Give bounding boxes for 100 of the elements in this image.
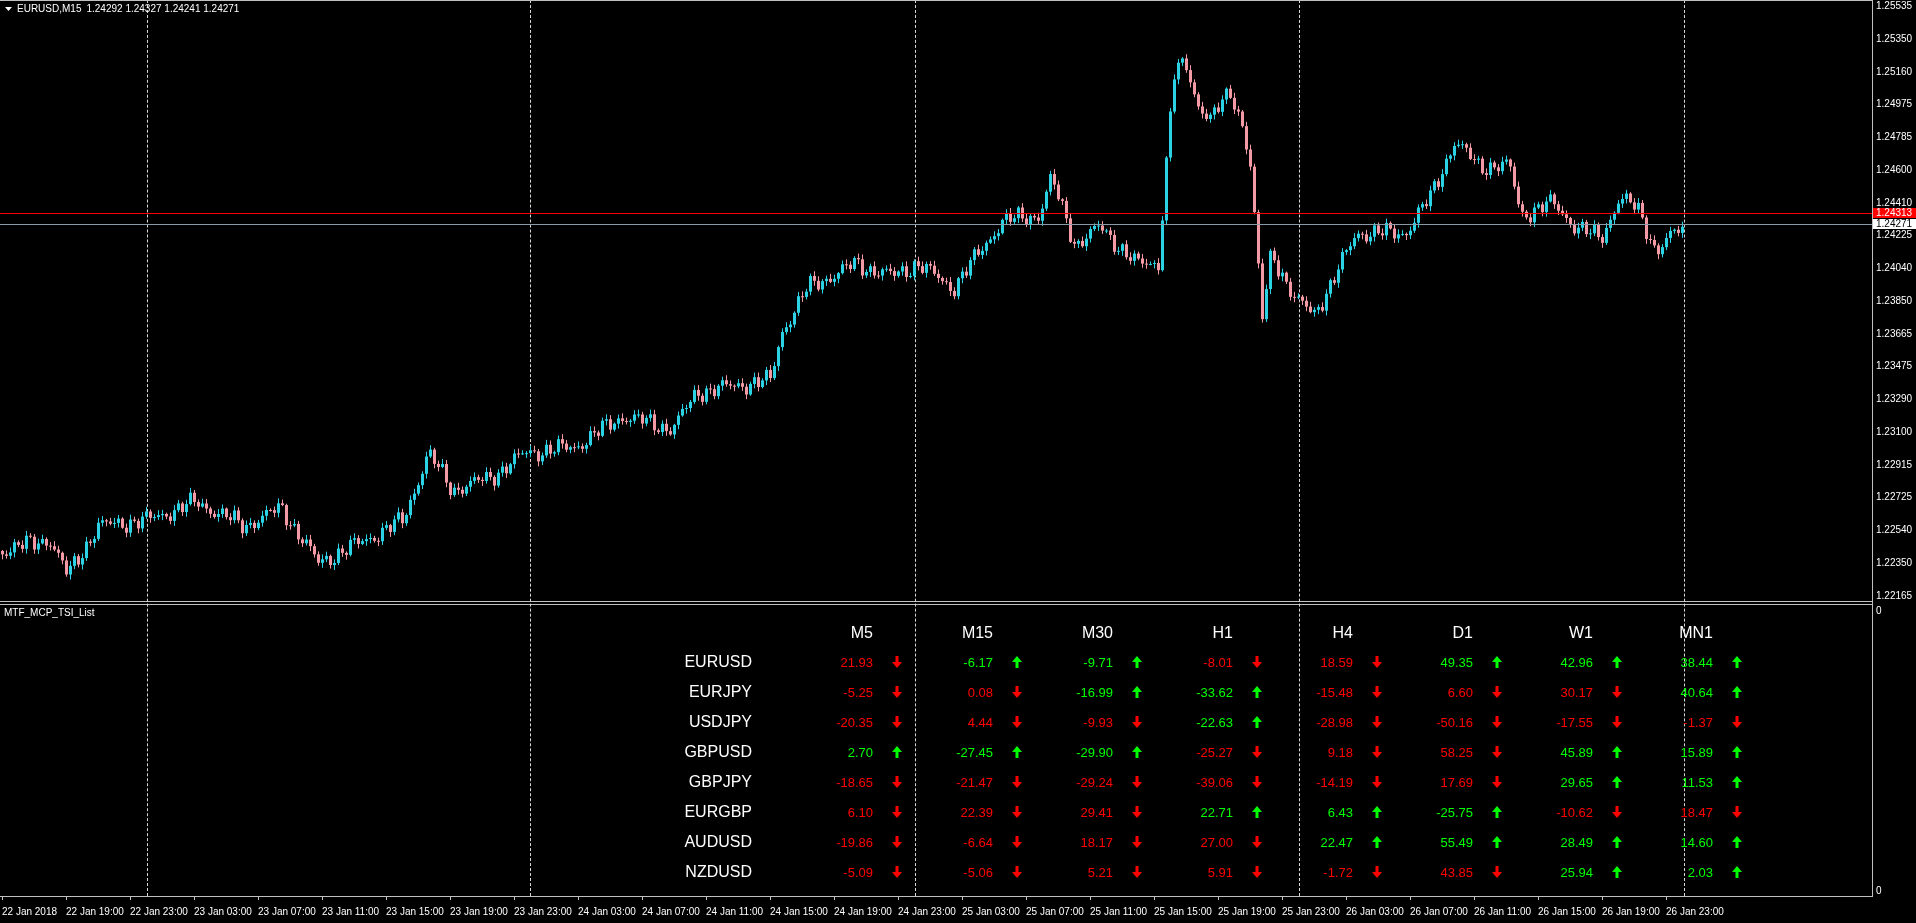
time-axis-label: 25 Jan 23:00 xyxy=(1282,906,1340,918)
tsi-value: 4.44 xyxy=(967,714,993,730)
time-axis-label: 22 Jan 2018 xyxy=(2,906,58,918)
tsi-value: -9.71 xyxy=(1083,654,1113,670)
tsi-value: -9.93 xyxy=(1083,714,1113,730)
caret-icon[interactable] xyxy=(5,7,12,11)
time-axis-label: 23 Jan 15:00 xyxy=(386,906,444,918)
time-axis-label: 26 Jan 11:00 xyxy=(1474,906,1532,918)
indicator-axis-label: 0 xyxy=(1876,885,1882,896)
tsi-value: 30.17 xyxy=(1560,684,1593,700)
tsi-value: 40.64 xyxy=(1680,684,1713,700)
timeframe-header: H4 xyxy=(1332,624,1353,642)
price-axis-label: 1.23475 xyxy=(1876,360,1913,372)
tsi-value: 29.41 xyxy=(1080,804,1113,820)
tsi-value: -14.19 xyxy=(1316,774,1353,790)
bid-price-label: 1.24271 xyxy=(1873,219,1916,229)
tsi-value: -5.06 xyxy=(963,864,993,880)
tsi-value: -18.65 xyxy=(836,774,873,790)
ask-price-label: 1.24313 xyxy=(1873,208,1916,218)
time-axis-label: 23 Jan 19:00 xyxy=(450,906,508,918)
symbol-label: EURJPY xyxy=(688,683,752,701)
indicator-name: MTF_MCP_TSI_List xyxy=(4,607,95,619)
timeframe-header: W1 xyxy=(1569,624,1593,642)
symbol-label: EURUSD xyxy=(684,653,752,671)
price-axis-label: 1.22350 xyxy=(1876,557,1913,568)
price-axis-label: 1.24225 xyxy=(1876,229,1913,241)
timeframe-header: D1 xyxy=(1452,624,1473,642)
tsi-value: 21.93 xyxy=(840,654,873,670)
tsi-value: -29.90 xyxy=(1076,744,1113,760)
tsi-value: -28.98 xyxy=(1316,714,1353,730)
timeframe-header: M30 xyxy=(1081,624,1113,642)
price-axis-label: 1.24785 xyxy=(1876,131,1913,143)
price-axis-label: 1.24410 xyxy=(1876,196,1913,208)
tsi-value: 6.60 xyxy=(1447,684,1473,700)
tsi-value: -33.62 xyxy=(1196,684,1233,700)
tsi-value: 58.25 xyxy=(1440,744,1473,760)
time-axis-label: 25 Jan 19:00 xyxy=(1218,906,1276,918)
tsi-value: -25.75 xyxy=(1436,804,1473,820)
time-axis-label: 23 Jan 07:00 xyxy=(258,906,316,918)
tsi-value: 9.18 xyxy=(1327,744,1353,760)
tsi-value: 45.89 xyxy=(1560,744,1593,760)
time-axis-label: 24 Jan 15:00 xyxy=(770,906,828,918)
tsi-value: 22.71 xyxy=(1200,804,1233,820)
tsi-value: 6.43 xyxy=(1327,804,1353,820)
time-axis-label: 24 Jan 11:00 xyxy=(706,906,764,918)
tsi-value: -20.35 xyxy=(836,714,873,730)
tsi-value: 55.49 xyxy=(1440,834,1473,850)
symbol-label: NZDUSD xyxy=(685,863,752,881)
time-axis-label: 23 Jan 11:00 xyxy=(322,906,380,918)
price-axis-label: 1.22540 xyxy=(1876,524,1913,536)
time-axis-label: 24 Jan 23:00 xyxy=(898,906,956,918)
tsi-value: -22.63 xyxy=(1196,714,1233,730)
tsi-value: -39.06 xyxy=(1196,774,1233,790)
symbol-label: AUDUSD xyxy=(684,833,752,851)
time-axis-label: 26 Jan 15:00 xyxy=(1538,906,1596,918)
tsi-value: -25.27 xyxy=(1196,744,1233,760)
time-axis-label: 22 Jan 23:00 xyxy=(130,906,188,918)
time-axis-label: 25 Jan 03:00 xyxy=(962,906,1020,918)
tsi-value: -15.48 xyxy=(1316,684,1353,700)
tsi-value: -17.55 xyxy=(1556,714,1593,730)
price-axis-label: 1.24040 xyxy=(1876,262,1913,274)
tsi-value: 25.94 xyxy=(1560,864,1593,880)
time-axis-label: 23 Jan 23:00 xyxy=(514,906,572,918)
tsi-value: 18.47 xyxy=(1680,804,1713,820)
tsi-value: 0.08 xyxy=(967,684,993,700)
tsi-value: 17.69 xyxy=(1440,774,1473,790)
tsi-value: -1.37 xyxy=(1683,714,1713,730)
price-axis-label: 1.25350 xyxy=(1876,32,1913,44)
price-axis-label: 1.23290 xyxy=(1876,393,1913,405)
time-axis-label: 25 Jan 07:00 xyxy=(1026,906,1084,918)
tsi-value: -6.64 xyxy=(963,834,993,850)
tsi-value: 22.39 xyxy=(960,804,993,820)
price-axis-label: 1.23665 xyxy=(1876,327,1913,339)
tsi-value: 29.65 xyxy=(1560,774,1593,790)
tsi-value: 38.44 xyxy=(1680,654,1713,670)
tsi-value: -16.99 xyxy=(1076,684,1113,700)
tsi-value: 27.00 xyxy=(1200,834,1233,850)
time-axis-label: 25 Jan 15:00 xyxy=(1154,906,1212,918)
ohlc-prices: 1.24292 1.24327 1.24241 1.24271 xyxy=(86,3,240,15)
price-axis-label: 1.25535 xyxy=(1876,0,1913,11)
timeframe-header: M15 xyxy=(961,624,993,642)
price-axis-label: 1.25160 xyxy=(1876,65,1913,77)
tsi-value: 6.10 xyxy=(847,804,873,820)
tsi-value: -21.47 xyxy=(956,774,993,790)
tsi-value: 5.91 xyxy=(1207,864,1233,880)
tsi-value: -29.24 xyxy=(1076,774,1113,790)
time-axis-label: 22 Jan 19:00 xyxy=(66,906,124,918)
tsi-value: -27.45 xyxy=(956,744,993,760)
symbol-label: USDJPY xyxy=(688,713,752,731)
tsi-value: -5.09 xyxy=(843,864,873,880)
price-axis-label: 1.24975 xyxy=(1876,98,1913,110)
time-axis-label: 26 Jan 07:00 xyxy=(1410,906,1468,918)
time-axis-label: 26 Jan 19:00 xyxy=(1602,906,1660,918)
symbol-label: EURGBP xyxy=(684,803,752,821)
tsi-value: 42.96 xyxy=(1560,654,1593,670)
tsi-value: -6.17 xyxy=(963,654,993,670)
tsi-value: 11.53 xyxy=(1681,774,1713,790)
tsi-value: -8.01 xyxy=(1203,654,1233,670)
time-axis-label: 26 Jan 03:00 xyxy=(1346,906,1404,918)
price-axis-label: 1.22915 xyxy=(1876,458,1913,470)
